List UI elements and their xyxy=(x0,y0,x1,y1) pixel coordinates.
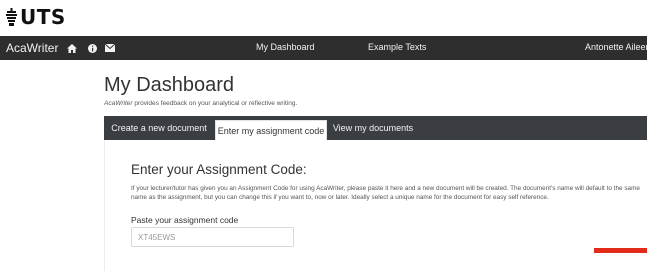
envelope-icon[interactable] xyxy=(104,42,116,54)
page-title: My Dashboard xyxy=(104,74,235,96)
subtitle-brand: AcaWriter xyxy=(104,100,133,107)
top-navbar: AcaWriter My Dashboard Example Texts Ant… xyxy=(0,36,647,60)
assignment-code-panel: Enter your Assignment Code: If your lect… xyxy=(104,140,647,271)
main-content: My Dashboard AcaWriter provides feedback… xyxy=(104,60,647,271)
crest-icon xyxy=(6,8,17,26)
app-brand[interactable]: AcaWriter xyxy=(6,41,58,55)
tab-create-document[interactable]: Create a new document xyxy=(104,116,214,140)
page-subtitle: AcaWriter provides feedback on your anal… xyxy=(104,100,297,107)
nav-link-dashboard[interactable]: My Dashboard xyxy=(256,42,315,52)
subtitle-text: provides feedback on your analytical or … xyxy=(132,100,298,107)
tab-view-documents[interactable]: View my documents xyxy=(328,116,418,140)
red-accent-bar xyxy=(594,248,647,253)
section-heading: Enter your Assignment Code: xyxy=(131,162,307,177)
logo-bar: UTS xyxy=(0,0,647,36)
info-icon[interactable] xyxy=(86,42,98,54)
uts-logo[interactable]: UTS xyxy=(6,7,66,27)
home-icon[interactable] xyxy=(66,42,78,54)
assignment-code-input[interactable] xyxy=(131,227,294,247)
assignment-code-label: Paste your assignment code xyxy=(131,215,239,225)
logo-text: UTS xyxy=(20,5,66,29)
tab-bar: Create a new document Enter my assignmen… xyxy=(104,116,647,140)
tab-enter-assignment-code[interactable]: Enter my assignment code xyxy=(215,120,327,140)
nav-link-example-texts[interactable]: Example Texts xyxy=(368,42,426,52)
help-text: If your lecturer/tutor has given you an … xyxy=(131,185,640,201)
user-menu[interactable]: Antonette Aileen xyxy=(585,42,647,52)
